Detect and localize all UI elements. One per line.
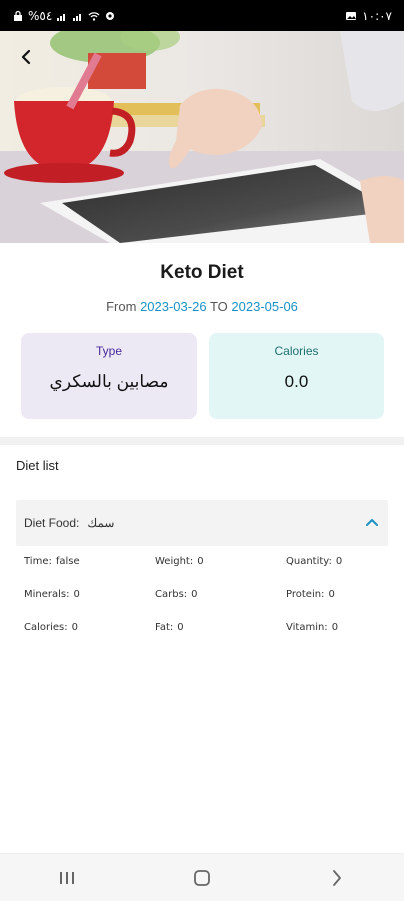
- detail-label: Quantity:: [286, 556, 332, 567]
- hero-illustration: [0, 31, 404, 243]
- diet-list-title: Diet list: [16, 458, 59, 473]
- home-icon: [194, 869, 210, 886]
- to-label: TO: [209, 299, 228, 314]
- recents-button[interactable]: [47, 863, 87, 893]
- from-label: From: [106, 299, 137, 314]
- wifi-icon: [88, 11, 100, 21]
- from-date: 2023-03-26: [140, 299, 207, 314]
- type-value: مصابين بالسكري: [49, 372, 169, 391]
- detail-value: 0: [328, 589, 335, 600]
- diet-date-range: From 2023-03-26 TO 2023-05-06: [0, 299, 404, 314]
- system-nav-bar: [0, 853, 404, 901]
- status-bar: %٥٤ ١٠:٠٧: [0, 0, 404, 31]
- detail-value: 0: [191, 589, 198, 600]
- detail-label: Fat:: [155, 622, 174, 633]
- detail-value: 0: [197, 556, 204, 567]
- section-divider: [0, 437, 404, 445]
- signal-icon: [57, 13, 66, 21]
- detail-minerals: Minerals: 0: [24, 589, 155, 605]
- diet-title-wrap: Keto Diet: [0, 262, 404, 284]
- detail-vitamin: Vitamin: 0: [286, 622, 384, 638]
- status-bar-left: %٥٤: [12, 9, 116, 23]
- detail-protein: Protein: 0: [286, 589, 384, 605]
- diet-title: Keto Diet: [160, 262, 244, 283]
- home-button[interactable]: [182, 863, 222, 893]
- calories-card: Calories 0.0: [209, 333, 384, 419]
- detail-label: Protein:: [286, 589, 325, 600]
- calories-value: 0.0: [284, 372, 309, 391]
- lock-icon: [14, 10, 22, 21]
- status-bar-right: ١٠:٠٧: [345, 9, 392, 23]
- recents-icon: [60, 871, 75, 884]
- detail-carbs: Carbs: 0: [155, 589, 286, 605]
- back-button[interactable]: [12, 43, 40, 71]
- detail-label: Minerals:: [24, 589, 70, 600]
- settings-icon: [106, 11, 115, 20]
- chevron-up-icon[interactable]: [364, 515, 380, 531]
- detail-time: Time: false: [24, 556, 155, 572]
- diet-food-details: Time: false Weight: 0 Quantity: 0 Minerals:…: [24, 556, 384, 638]
- diet-food-accordion-header[interactable]: Diet Food: سمك: [16, 500, 388, 546]
- detail-label: Weight:: [155, 556, 194, 567]
- detail-fat: Fat: 0: [155, 622, 286, 638]
- to-date: 2023-05-06: [231, 299, 298, 314]
- type-label: Type: [95, 344, 122, 358]
- detail-value: 0: [71, 622, 79, 633]
- detail-label: Vitamin:: [286, 622, 328, 633]
- calories-label: Calories: [274, 344, 319, 358]
- detail-label: Time:: [24, 556, 52, 567]
- detail-value: 0: [331, 622, 339, 633]
- chevron-right-icon: [332, 869, 341, 886]
- diet-food-label: Diet Food:: [24, 516, 80, 530]
- detail-value: 0: [177, 622, 184, 633]
- clock: ١٠:٠٧: [362, 8, 392, 23]
- detail-value: 0: [73, 589, 80, 600]
- type-card: Type مصابين بالسكري: [21, 333, 197, 419]
- detail-value: false: [55, 556, 80, 567]
- detail-calories: Calories: 0: [24, 622, 155, 638]
- detail-weight: Weight: 0: [155, 556, 286, 572]
- detail-value: 0: [335, 556, 343, 567]
- detail-quantity: Quantity: 0: [286, 556, 384, 572]
- detail-label: Carbs:: [155, 589, 188, 600]
- image-icon: [346, 11, 357, 20]
- battery-percent: %٥٤: [28, 8, 53, 23]
- hero-image: [0, 31, 404, 243]
- back-nav-button[interactable]: [317, 863, 357, 893]
- chevron-left-icon: [21, 49, 31, 65]
- detail-label: Calories:: [24, 622, 68, 633]
- diet-food-value: سمك: [87, 516, 115, 530]
- signal-icon-2: [73, 13, 82, 21]
